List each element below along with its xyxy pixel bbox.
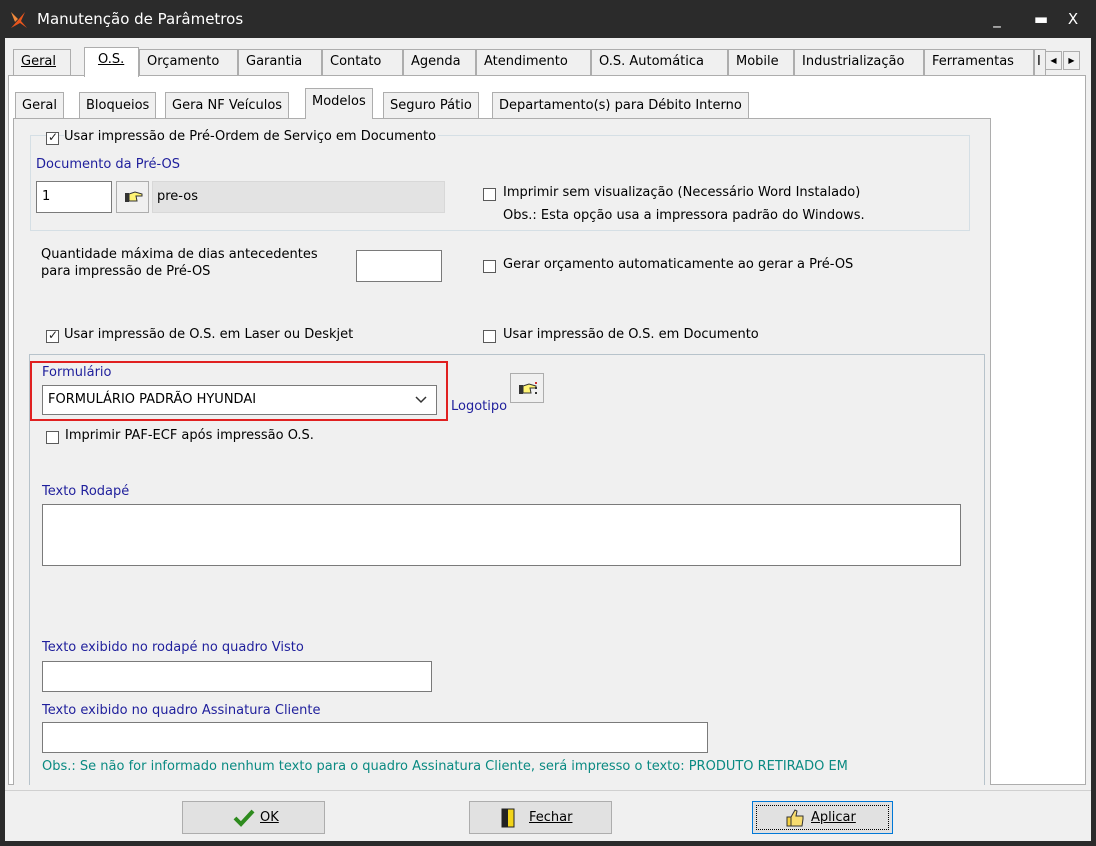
subtab-bloqueios[interactable]: Bloqueios	[79, 92, 157, 118]
assinatura-label: Texto exibido no quadro Assinatura Clien…	[42, 703, 321, 718]
dialog-client: Geral O.S. Orçamento Garantia Contato Ag…	[5, 38, 1091, 841]
tab-contato[interactable]: Contato	[322, 49, 403, 75]
subtab-modelos[interactable]: Modelos	[305, 88, 373, 119]
form-label: Formulário	[42, 365, 112, 380]
title-bar: Manutenção de Parâmetros _ ▬ X	[0, 0, 1096, 38]
modelos-panel: Usar impressão de Pré-Ordem de Serviço e…	[13, 118, 991, 785]
minimize-button[interactable]: _	[984, 7, 1010, 31]
tab-os-automatica[interactable]: O.S. Automática	[591, 49, 728, 75]
ok-button[interactable]: OK	[182, 801, 325, 834]
tab-mobile[interactable]: Mobile	[728, 49, 794, 75]
subtab-gera-nf-veiculos[interactable]: Gera NF Veículos	[165, 92, 290, 118]
tab-os[interactable]: O.S.	[84, 47, 139, 77]
tab-agenda[interactable]: Agenda	[403, 49, 476, 75]
tab-atendimento[interactable]: Atendimento	[476, 49, 591, 75]
close-button[interactable]: Fechar	[469, 801, 612, 834]
tab-ferramentas[interactable]: Ferramentas	[924, 49, 1034, 75]
max-days-label-2: para impressão de Pré-OS	[41, 264, 211, 279]
ok-label: OK	[260, 810, 279, 825]
maximize-button[interactable]: ▬	[1028, 7, 1054, 31]
thumbs-up-icon	[786, 809, 804, 827]
pointing-hand-icon	[125, 191, 143, 202]
apply-button[interactable]: Aplicar	[752, 801, 893, 834]
close-label: Fechar	[529, 810, 573, 825]
pre-os-checkbox[interactable]	[46, 130, 59, 145]
print-no-preview-label: Imprimir sem visualização (Necessário Wo…	[503, 185, 861, 200]
print-note: Obs.: Esta opção usa a impressora padrão…	[503, 208, 865, 223]
print-no-preview-checkbox[interactable]	[483, 188, 496, 201]
form-select[interactable]: FORMULÁRIO PADRÃO HYUNDAI	[42, 385, 437, 415]
close-window-button[interactable]: X	[1060, 7, 1086, 31]
logo-lookup-button[interactable]	[510, 373, 544, 403]
pre-os-doc-code-input[interactable]: 1	[36, 181, 112, 213]
tab-garantia[interactable]: Garantia	[238, 49, 322, 75]
tab-orcamento[interactable]: Orçamento	[139, 49, 238, 75]
door-icon	[501, 808, 515, 828]
tab-geral[interactable]: Geral	[13, 49, 71, 75]
tab-industrializacao[interactable]: Industrialização	[794, 49, 924, 75]
assinatura-input[interactable]	[42, 722, 708, 753]
app-logo-icon	[11, 12, 27, 28]
laser-label: Usar impressão de O.S. em Laser ou Deskj…	[64, 327, 354, 342]
checkmark-icon	[233, 809, 255, 827]
visto-input[interactable]	[42, 661, 432, 692]
form-select-value: FORMULÁRIO PADRÃO HYUNDAI	[48, 392, 257, 407]
apply-label: Aplicar	[811, 810, 856, 825]
laser-checkbox[interactable]	[46, 328, 59, 343]
pre-os-checkbox-label: Usar impressão de Pré-Ordem de Serviço e…	[64, 129, 439, 144]
subtab-geral[interactable]: Geral	[15, 92, 64, 118]
max-days-input[interactable]	[356, 250, 442, 282]
logo-label: Logotipo	[451, 399, 508, 414]
footer-text-label: Texto Rodapé	[42, 484, 130, 499]
max-days-label-1: Quantidade máxima de dias antecedentes	[41, 247, 318, 262]
os-doc-label: Usar impressão de O.S. em Documento	[503, 327, 759, 342]
chevron-down-icon	[415, 396, 427, 404]
paf-checkbox[interactable]	[46, 431, 59, 444]
pre-os-doc-label: Documento da Pré-OS	[36, 157, 180, 172]
visto-label: Texto exibido no rodapé no quadro Visto	[42, 640, 304, 655]
assinatura-note: Obs.: Se não for informado nenhum texto …	[42, 759, 848, 774]
window: Manutenção de Parâmetros _ ▬ X Geral O.S…	[0, 0, 1096, 846]
pre-os-doc-name: pre-os	[152, 181, 445, 213]
footer-text-input[interactable]	[42, 504, 961, 566]
pre-os-doc-lookup-button[interactable]	[116, 181, 149, 213]
pointing-hand-icon	[519, 382, 537, 394]
tab-scroll-right-icon[interactable]: ▶	[1063, 51, 1080, 70]
gen-budget-checkbox[interactable]	[483, 260, 496, 273]
gen-budget-label: Gerar orçamento automaticamente ao gerar…	[503, 257, 854, 272]
subtab-departamentos[interactable]: Departamento(s) para Débito Interno	[492, 92, 749, 118]
tab-scroll-left-icon[interactable]: ◀	[1045, 51, 1062, 70]
paf-label: Imprimir PAF-ECF após impressão O.S.	[65, 428, 314, 443]
os-doc-checkbox[interactable]	[483, 330, 496, 343]
subtab-seguro-patio[interactable]: Seguro Pátio	[383, 92, 479, 118]
window-title: Manutenção de Parâmetros	[37, 10, 244, 28]
